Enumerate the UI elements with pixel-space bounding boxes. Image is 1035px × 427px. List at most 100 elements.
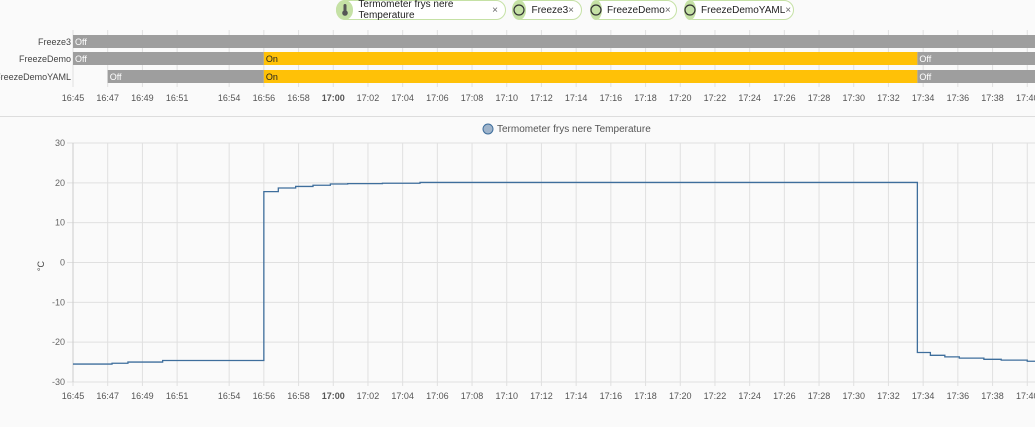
x-tick-label: 17:24	[738, 93, 761, 103]
x-tick-label: 17:16	[600, 93, 623, 103]
entity-chip-freezedemoyaml[interactable]: FreezeDemoYAML ×	[684, 0, 794, 20]
circle-outline-icon	[512, 0, 527, 20]
y-tick-label: -30	[52, 377, 65, 387]
y-tick-label: 20	[55, 178, 65, 188]
y-tick-label: -10	[52, 297, 65, 307]
x-tick-label: 17:24	[738, 391, 761, 401]
close-icon[interactable]: ×	[785, 5, 791, 16]
state-bar-off	[107, 70, 264, 83]
x-tick-label: 16:47	[96, 93, 119, 103]
row-label: FreezeDemoYAML	[0, 72, 71, 82]
state-label: Off	[75, 37, 87, 47]
x-tick-label: 17:34	[912, 391, 935, 401]
x-tick-label: 17:20	[669, 93, 692, 103]
state-bar-off	[917, 70, 1035, 83]
chip-label: FreezeDemo	[607, 4, 665, 16]
x-tick-label: 17:12	[530, 93, 553, 103]
x-tick-label: 17:04	[391, 93, 414, 103]
x-tick-label: 17:06	[426, 391, 449, 401]
x-tick-label: 16:51	[166, 93, 189, 103]
y-tick-label: -20	[52, 337, 65, 347]
x-tick-label: 16:49	[131, 391, 154, 401]
x-tick-label: 16:45	[62, 391, 85, 401]
x-tick-label: 17:06	[426, 93, 449, 103]
x-tick-label: 17:20	[669, 391, 692, 401]
x-tick-label: 17:40	[1016, 391, 1035, 401]
entity-chip-temperature[interactable]: Termometer frys nere Temperature ×	[336, 0, 506, 21]
y-tick-label: 0	[60, 258, 65, 268]
state-label: Off	[75, 54, 87, 64]
chip-label: Termometer frys nere Temperature	[358, 0, 454, 21]
state-label: Off	[919, 54, 931, 64]
thermometer-icon	[336, 0, 354, 20]
x-tick-label: 17:30	[842, 93, 865, 103]
state-bar-on	[263, 52, 918, 65]
x-tick-label: 17:32	[877, 391, 900, 401]
state-bar-on	[263, 70, 918, 83]
x-tick-label: 16:58	[287, 93, 310, 103]
row-label: FreezeDemo	[19, 54, 71, 64]
entity-chip-freeze3[interactable]: Freeze3 ×	[512, 0, 582, 20]
x-tick-label: 17:40	[1016, 93, 1035, 103]
x-tick-label: 17:02	[357, 93, 380, 103]
x-tick-label: 17:22	[704, 391, 727, 401]
y-tick-label: 10	[55, 218, 65, 228]
x-tick-label: 16:58	[287, 391, 310, 401]
x-tick-label: 17:14	[565, 391, 588, 401]
state-label: On	[266, 54, 278, 64]
x-tick-label: 17:36	[947, 93, 970, 103]
x-tick-label: 17:22	[704, 93, 727, 103]
timeline-chart: Freeze3 Off FreezeDemo Off On Off FreezeDemoYA…	[0, 30, 1035, 103]
chip-label: FreezeDemoYAML	[701, 4, 786, 16]
x-tick-label: 17:10	[495, 93, 518, 103]
y-tick-label: 30	[55, 138, 65, 148]
state-bar-off	[917, 52, 1035, 65]
y-axis-label: °C	[36, 260, 46, 271]
x-tick-label: 17:10	[495, 391, 518, 401]
x-tick-label: 17:08	[461, 93, 484, 103]
state-bar-off	[73, 35, 1035, 48]
x-tick-label: 17:18	[634, 391, 657, 401]
x-tick-label: 17:26	[773, 93, 796, 103]
state-label: Off	[919, 72, 931, 82]
legend-label: Termometer frys nere Temperature	[497, 124, 651, 135]
x-tick-label: 17:16	[600, 391, 623, 401]
x-tick-label: 17:00	[322, 391, 345, 401]
x-tick-label: 17:00	[322, 93, 345, 103]
legend-marker	[482, 123, 494, 135]
x-tick-label: 16:56	[253, 93, 276, 103]
x-tick-label: 17:26	[773, 391, 796, 401]
x-tick-label: 16:51	[166, 391, 189, 401]
x-tick-label: 17:38	[981, 391, 1004, 401]
state-bar-off	[73, 52, 264, 65]
x-tick-label: 17:36	[947, 391, 970, 401]
state-label: Off	[110, 72, 122, 82]
x-tick-label: 17:02	[357, 391, 380, 401]
x-tick-label: 16:54	[218, 391, 241, 401]
close-icon[interactable]: ×	[568, 5, 574, 16]
x-tick-label: 17:04	[391, 391, 414, 401]
x-tick-label: 17:32	[877, 93, 900, 103]
circle-outline-icon	[684, 0, 696, 20]
x-tick-label: 17:18	[634, 93, 657, 103]
x-tick-label: 16:45	[62, 93, 85, 103]
divider	[0, 116, 1035, 117]
close-icon[interactable]: ×	[665, 5, 671, 16]
x-tick-label: 17:38	[981, 93, 1004, 103]
close-icon[interactable]: ×	[492, 5, 498, 16]
temperature-series-line	[73, 181, 1035, 365]
x-tick-label: 16:56	[253, 391, 276, 401]
x-tick-label: 16:49	[131, 93, 154, 103]
x-tick-label: 17:08	[461, 391, 484, 401]
temperature-chart: Termometer frys nere Temperature 30 20 10 0 -…	[36, 123, 1035, 401]
x-tick-label: 17:30	[842, 391, 865, 401]
circle-outline-icon	[590, 0, 602, 20]
entity-chip-freezedemo[interactable]: FreezeDemo ×	[590, 0, 677, 20]
x-tick-label: 17:28	[808, 391, 831, 401]
row-label: Freeze3	[38, 37, 71, 47]
x-tick-label: 17:34	[912, 93, 935, 103]
chip-label: Freeze3	[531, 4, 569, 16]
x-tick-label: 17:12	[530, 391, 553, 401]
entity-chip-bar: Termometer frys nere Temperature × Freez…	[0, 0, 1035, 22]
x-tick-label: 16:54	[218, 93, 241, 103]
